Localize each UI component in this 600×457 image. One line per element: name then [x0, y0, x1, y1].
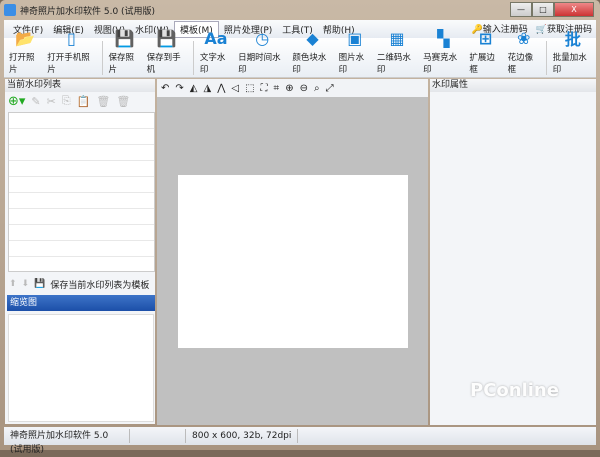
toolbar-label: 二维码水印 [376, 53, 411, 75]
toolbar-separator [545, 41, 547, 75]
canvas-tool-icon[interactable]: ↶ [161, 83, 169, 94]
status-app: 神奇照片加水印软件 5.0 (试用版) [4, 429, 130, 455]
toolbar-label: 日期时间水印 [238, 53, 281, 75]
toolbar-button[interactable]: Aa 文字水印 [197, 27, 235, 77]
watermark-logo: PConline [470, 380, 559, 401]
toolbar-button[interactable]: 💾 保存照片 [105, 27, 143, 77]
close-button[interactable]: X [554, 2, 594, 17]
edit-icon[interactable]: ✎ [31, 95, 40, 108]
clear-icon[interactable]: 🗑 [116, 95, 130, 108]
toolbar-icon: ▚ [437, 28, 450, 48]
add-watermark-icon[interactable]: ⊕▾ [8, 94, 25, 109]
toolbar-button[interactable]: 💾 保存到手机 [144, 27, 190, 77]
toolbar-icon: ◆ [306, 28, 319, 48]
toolbar-label: 批量加水印 [552, 53, 587, 75]
watermark-list[interactable] [8, 112, 155, 272]
toolbar-label: 文字水印 [199, 53, 226, 75]
canvas-tool-icon[interactable]: ↷ [175, 83, 183, 94]
canvas-tool-icon[interactable]: ◮ [203, 83, 211, 94]
cut-icon[interactable]: ✂ [47, 95, 56, 108]
canvas-area[interactable] [157, 97, 428, 425]
toolbar-button[interactable]: ❀ 花边像框 [505, 27, 543, 77]
photo-preview[interactable] [178, 175, 408, 348]
main-toolbar: 📂 打开照片 ▯ 打开手机照片 💾 保存照片 💾 保存到手机 Aa 文字水印 ◷ 日期时间水印 ◆ 颜色块… [4, 29, 596, 78]
toolbar-label: 保存照片 [108, 53, 134, 75]
paste-icon[interactable]: 📋 [77, 95, 91, 108]
toolbar-label: 图片水印 [338, 53, 365, 75]
toolbar-icon: ▯ [66, 28, 76, 48]
canvas-tool-icon[interactable]: ⬚ [245, 83, 254, 94]
canvas-tool-icon[interactable]: ⌕ [314, 83, 320, 94]
toolbar-button[interactable]: ◷ 日期时间水印 [235, 27, 289, 77]
properties-title: 水印属性 [430, 79, 596, 92]
status-blank [130, 429, 186, 443]
toolbar-label: 打开手机照片 [47, 53, 90, 75]
toolbar-label: 花边像框 [507, 53, 534, 75]
list-bottom-toolbar: ⬆ ⬇ 💾 保存当前水印列表为模板 [5, 275, 155, 293]
minimize-button[interactable]: — [510, 2, 532, 17]
toolbar-icon: 💾 [156, 28, 177, 48]
toolbar-button[interactable]: ▯ 打开手机照片 [44, 27, 98, 77]
canvas-tool-icon[interactable]: ◭ [190, 83, 198, 94]
canvas-toolbar: ↶ ↷ ◭ ◮ ⋀ ◁ ⬚ ⛶ ⌗ ⊕ ⊖ ⌕ ⤢ [157, 79, 428, 97]
toolbar-button[interactable]: 📂 打开照片 [6, 27, 44, 77]
window-title: 神奇照片加水印软件 5.0 (试用版) [20, 6, 156, 17]
toolbar-separator [192, 41, 194, 75]
toolbar-label: 颜色块水印 [292, 53, 327, 75]
toolbar-label: 保存到手机 [146, 53, 181, 75]
toolbar-label: 马赛克水印 [423, 53, 458, 75]
delete-icon[interactable]: 🗑 [96, 95, 110, 108]
toolbar-icon: Aa [204, 28, 228, 48]
canvas-tool-icon[interactable]: ⋀ [217, 83, 225, 94]
app-window: 神奇照片加水印软件 5.0 (试用版) — □ X 文件(F) 编辑(E) 视图(V… [0, 0, 600, 455]
canvas-tool-icon[interactable]: ⛶ [261, 83, 268, 94]
canvas-tool-icon[interactable]: ◁ [231, 83, 239, 94]
canvas-tool-icon[interactable]: ⌗ [274, 83, 280, 94]
status-image-info: 800 x 600, 32b, 72dpi [186, 429, 299, 443]
canvas-tool-icon[interactable]: ⊕ [285, 83, 293, 94]
move-up-icon[interactable]: ⬆ [9, 279, 17, 289]
toolbar-icon: ▦ [389, 28, 405, 48]
title-bar: 神奇照片加水印软件 5.0 (试用版) — □ X [0, 0, 600, 20]
toolbar-button[interactable]: 批批量加水印 [550, 27, 596, 77]
toolbar-button[interactable]: ◆ 颜色块水印 [289, 27, 335, 77]
toolbar-icon: 💾 [114, 28, 135, 48]
watermark-properties-panel: 水印属性 [430, 79, 596, 425]
list-toolbar: ⊕▾ ✎ ✂ ⎘ 📋 🗑 🗑 [5, 92, 155, 110]
toolbar-separator [101, 41, 103, 75]
toolbar-label: 扩展边框 [469, 53, 495, 75]
panel-title: 当前水印列表 [5, 79, 155, 92]
toolbar-label: 打开照片 [9, 53, 35, 75]
toolbar-icon: ▣ [347, 28, 363, 48]
thumbnail-view [8, 314, 154, 422]
toolbar-icon: 📂 [15, 28, 36, 48]
toolbar-button[interactable]: ▦ 二维码水印 [374, 27, 420, 77]
canvas-tool-icon[interactable]: ⤢ [326, 83, 334, 94]
app-icon [4, 4, 16, 16]
copy-icon[interactable]: ⎘ [62, 94, 71, 108]
maximize-button[interactable]: □ [532, 2, 554, 17]
save-template-button[interactable]: 保存当前水印列表为模板 [50, 278, 149, 291]
toolbar-button[interactable]: ⊞ 扩展边框 [466, 27, 504, 77]
canvas-tool-icon[interactable]: ⊖ [300, 83, 308, 94]
toolbar-icon: 批 [564, 30, 581, 49]
toolbar-icon: ❀ [517, 28, 531, 48]
save-icon: 💾 [34, 279, 46, 289]
toolbar-icon: ⊞ [478, 28, 493, 48]
thumbnail-title: 缩览图 [7, 295, 155, 311]
toolbar-icon: ◷ [255, 28, 270, 48]
toolbar-button[interactable]: ▣ 图片水印 [336, 27, 374, 77]
toolbar-button[interactable]: ▚ 马赛克水印 [420, 27, 466, 77]
status-bar: 神奇照片加水印软件 5.0 (试用版) 800 x 600, 32b, 72dp… [4, 427, 596, 455]
watermark-list-panel: 当前水印列表 ⊕▾ ✎ ✂ ⎘ 📋 🗑 🗑 ⬆ ⬇ 💾 保存当前水印列表为模板 … [5, 79, 155, 424]
move-down-icon[interactable]: ⬇ [22, 279, 30, 289]
